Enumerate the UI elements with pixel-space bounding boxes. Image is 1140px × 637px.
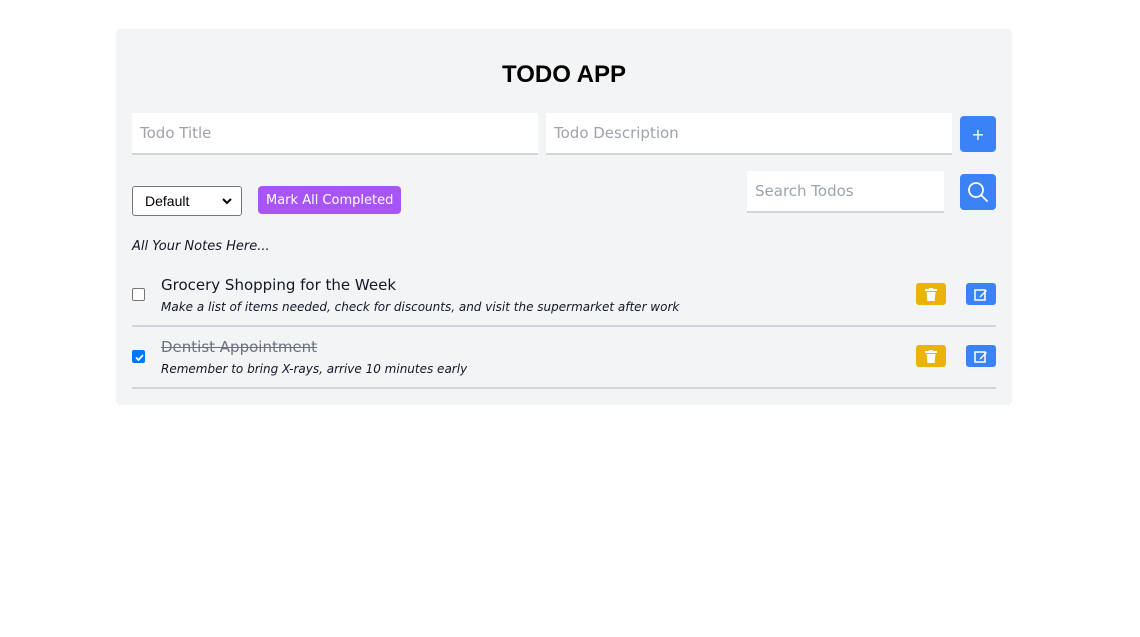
notes-heading: All Your Notes Here... — [132, 239, 270, 254]
todo-description-input[interactable] — [546, 113, 952, 155]
todo-title: Grocery Shopping for the Week — [161, 276, 397, 294]
trash-icon — [925, 287, 937, 301]
todo-complete-checkbox[interactable] — [132, 350, 145, 363]
filter-selected-value: Default — [145, 193, 190, 209]
edit-icon — [974, 350, 987, 363]
edit-icon — [974, 288, 987, 301]
search-button[interactable] — [960, 174, 996, 210]
todo-complete-checkbox[interactable] — [132, 288, 145, 301]
chevron-down-icon — [222, 198, 232, 205]
todo-card: TODO APP + Default Mark All Completed Al… — [116, 29, 1012, 405]
search-input[interactable] — [747, 171, 944, 213]
app-title: TODO APP — [501, 61, 627, 88]
search-icon — [968, 182, 988, 202]
mark-all-completed-button[interactable]: Mark All Completed — [258, 186, 402, 214]
checkmark-icon — [135, 354, 144, 362]
trash-icon — [925, 349, 937, 363]
add-todo-button[interactable]: + — [960, 116, 996, 152]
todo-item: Dentist Appointment Remember to bring X-… — [132, 327, 996, 389]
delete-todo-button[interactable] — [916, 283, 946, 305]
edit-todo-button[interactable] — [966, 345, 996, 367]
filter-select[interactable]: Default — [132, 186, 242, 216]
todo-item: Grocery Shopping for the Week Make a lis… — [132, 265, 996, 327]
todo-title: Dentist Appointment — [161, 338, 318, 356]
delete-todo-button[interactable] — [916, 345, 946, 367]
todo-title-input[interactable] — [132, 113, 538, 155]
todo-description: Make a list of items needed, check for d… — [161, 300, 680, 314]
todo-description: Remember to bring X-rays, arrive 10 minu… — [161, 362, 468, 376]
edit-todo-button[interactable] — [966, 283, 996, 305]
